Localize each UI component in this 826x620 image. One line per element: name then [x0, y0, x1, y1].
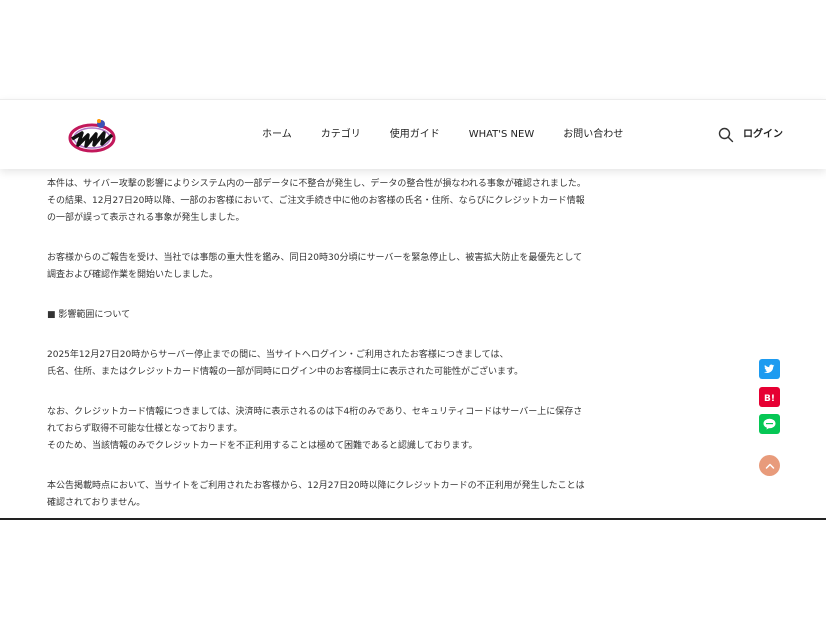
nav-home[interactable]: ホーム: [262, 128, 292, 142]
login-link[interactable]: ログイン: [743, 128, 783, 142]
nav-category[interactable]: カテゴリ: [321, 128, 361, 142]
article-body: 本件は、サイバー攻撃の影響によりシステム内の一部データに不整合が発生し、データの…: [47, 176, 607, 518]
chevron-up-icon: [765, 463, 774, 469]
text-line: れておらず取得不可能な仕様となっております。: [47, 424, 243, 434]
paragraph: なお、クレジットカード情報につきましては、決済時に表示されるのは下4桁のみであり…: [47, 404, 607, 455]
section-heading: ■ 影響範囲について: [47, 307, 607, 324]
twitter-icon: [764, 364, 775, 373]
back-to-top-button[interactable]: [759, 455, 780, 476]
viewport-edge: [0, 518, 826, 520]
paragraph: 本件は、サイバー攻撃の影響によりシステム内の一部データに不整合が発生し、データの…: [47, 176, 607, 227]
text-line: その結果、12月27日20時以降、一部のお客様において、ご注文手続き中に他のお客…: [47, 196, 585, 206]
paragraph: 2025年12月27日20時からサーバー停止までの間に、当サイトへログイン・ご利…: [47, 347, 607, 381]
nav-contact[interactable]: お問い合わせ: [563, 128, 623, 142]
site-logo-icon[interactable]: [68, 115, 122, 155]
text-line: 本件は、サイバー攻撃の影響によりシステム内の一部データに不整合が発生し、データの…: [47, 179, 586, 189]
line-icon: [763, 418, 776, 430]
text-line: 確認されておりません。: [47, 498, 146, 508]
text-line: 本公告掲載時点において、当サイトをご利用されたお客様から、12月27日20時以降…: [47, 481, 585, 491]
nav-guide[interactable]: 使用ガイド: [390, 128, 440, 142]
twitter-share-button[interactable]: [759, 359, 780, 379]
hatena-share-button[interactable]: B!: [759, 387, 780, 407]
text-line: なお、クレジットカード情報につきましては、決済時に表示されるのは下4桁のみであり…: [47, 407, 583, 417]
text-line: の一部が誤って表示される事象が発生しました。: [47, 213, 245, 223]
line-share-button[interactable]: [759, 414, 780, 434]
text-line: 2025年12月27日20時からサーバー停止までの間に、当サイトへログイン・ご利…: [47, 350, 509, 360]
nav-whats-new[interactable]: WHAT'S NEW: [469, 128, 535, 142]
text-line: 氏名、住所、またはクレジットカード情報の一部が同時にログイン中のお客様同士に表示…: [47, 367, 524, 377]
text-line: そのため、当該情報のみでクレジットカードを不正利用することは極めて困難であると認…: [47, 441, 478, 451]
text-line: 調査および確認作業を開始いたしました。: [47, 270, 219, 280]
main-nav: ホーム カテゴリ 使用ガイド WHAT'S NEW お問い合わせ: [262, 128, 623, 142]
article-area: 本件は、サイバー攻撃の影響によりシステム内の一部データに不整合が発生し、データの…: [0, 168, 826, 518]
text-line: ■ 影響範囲について: [47, 310, 131, 320]
svg-text:B!: B!: [764, 394, 775, 402]
paragraph: お客様からのご報告を受け、当社では事態の重大性を鑑み、同日20時30分頃にサーバ…: [47, 250, 607, 284]
hatena-bookmark-icon: B!: [764, 394, 775, 402]
text-line: お客様からのご報告を受け、当社では事態の重大性を鑑み、同日20時30分頃にサーバ…: [47, 253, 583, 263]
paragraph: 本公告掲載時点において、当サイトをご利用されたお客様から、12月27日20時以降…: [47, 478, 607, 512]
site-header: ホーム カテゴリ 使用ガイド WHAT'S NEW お問い合わせ ログイン: [0, 99, 826, 169]
search-icon[interactable]: [718, 127, 734, 143]
